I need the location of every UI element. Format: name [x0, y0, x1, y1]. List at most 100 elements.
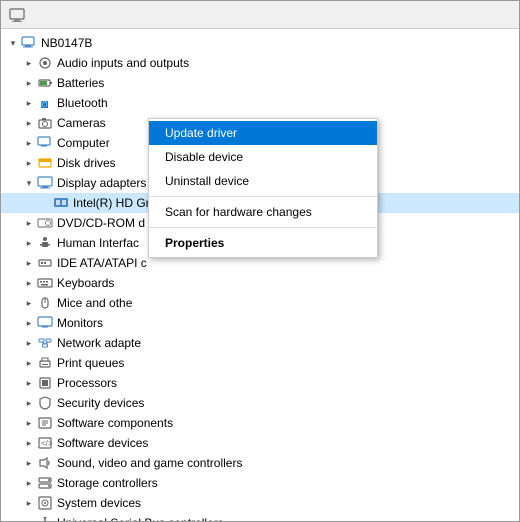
menu-separator-sep2: [149, 227, 377, 228]
processor-icon: [37, 375, 53, 391]
expand-usb[interactable]: [21, 515, 37, 521]
print-icon: [37, 355, 53, 371]
expand-root[interactable]: [5, 35, 21, 51]
tree-label-keyboards: Keyboards: [57, 276, 114, 290]
softwaredev-icon: </>: [37, 435, 53, 451]
audio-icon: [37, 55, 53, 71]
tree-label-mice: Mice and othe: [57, 296, 132, 310]
expand-ide[interactable]: [21, 255, 37, 271]
ide-icon: [37, 255, 53, 271]
tree-item-security[interactable]: Security devices: [1, 393, 519, 413]
tree-item-storage[interactable]: Storage controllers: [1, 473, 519, 493]
monitor-icon: [37, 315, 53, 331]
tree-item-network[interactable]: Network adapte: [1, 333, 519, 353]
tree-label-humaninterface: Human Interfac: [57, 236, 139, 250]
battery-icon: [37, 75, 53, 91]
svg-text:</>: </>: [41, 439, 53, 448]
display-icon: [37, 175, 53, 191]
expand-processors[interactable]: [21, 375, 37, 391]
expand-systemdev[interactable]: [21, 495, 37, 511]
title-bar-icon: [9, 7, 25, 23]
mice-icon: [37, 295, 53, 311]
computer2-icon: [37, 135, 53, 151]
tree-item-bluetooth[interactable]: ◙ Bluetooth: [1, 93, 519, 113]
svg-text:◙: ◙: [41, 97, 48, 111]
expand-storage[interactable]: [21, 475, 37, 491]
tree-item-monitors[interactable]: Monitors: [1, 313, 519, 333]
tree-item-systemdev[interactable]: System devices: [1, 493, 519, 513]
tree-label-processors: Processors: [57, 376, 117, 390]
gpu-icon: [53, 195, 69, 211]
expand-humaninterface[interactable]: [21, 235, 37, 251]
storage-icon: [37, 475, 53, 491]
tree-item-usb[interactable]: Universal Serial Bus controllers: [1, 513, 519, 521]
menu-item-update[interactable]: Update driver: [149, 121, 377, 145]
bluetooth-icon: ◙: [37, 95, 53, 111]
tree-label-diskdrives: Disk drives: [57, 156, 116, 170]
expand-monitors[interactable]: [21, 315, 37, 331]
tree-item-root[interactable]: NB0147B: [1, 33, 519, 53]
tree-item-processors[interactable]: Processors: [1, 373, 519, 393]
tree-label-usb: Universal Serial Bus controllers: [57, 516, 224, 521]
softwarecomp-icon: [37, 415, 53, 431]
disk-icon: [37, 155, 53, 171]
tree-label-softwaredev: Software devices: [57, 436, 148, 450]
expand-batteries[interactable]: [21, 75, 37, 91]
tree-label-displayadapters: Display adapters: [57, 176, 146, 190]
device-manager-window: NB0147B Audio inputs and outputs Batteries…: [0, 0, 520, 522]
expand-audio[interactable]: [21, 55, 37, 71]
expand-sound[interactable]: [21, 455, 37, 471]
title-bar: [1, 1, 519, 29]
expand-network[interactable]: [21, 335, 37, 351]
tree-item-sound[interactable]: Sound, video and game controllers: [1, 453, 519, 473]
network-icon: [37, 335, 53, 351]
menu-separator-sep1: [149, 196, 377, 197]
menu-item-properties[interactable]: Properties: [149, 231, 377, 255]
expand-displayadapters[interactable]: [21, 175, 37, 191]
tree-label-bluetooth: Bluetooth: [57, 96, 108, 110]
tree-label-cameras: Cameras: [57, 116, 106, 130]
usb-icon: [37, 515, 53, 521]
device-tree[interactable]: NB0147B Audio inputs and outputs Batteries…: [1, 29, 519, 521]
tree-label-sound: Sound, video and game controllers: [57, 456, 242, 470]
keyboard-icon: [37, 275, 53, 291]
tree-item-mice[interactable]: Mice and othe: [1, 293, 519, 313]
tree-label-network: Network adapte: [57, 336, 141, 350]
dvd-icon: [37, 215, 53, 231]
tree-label-systemdev: System devices: [57, 496, 141, 510]
expand-print[interactable]: [21, 355, 37, 371]
tree-item-softwaredev[interactable]: </> Software devices: [1, 433, 519, 453]
menu-item-uninstall[interactable]: Uninstall device: [149, 169, 377, 193]
tree-label-security: Security devices: [57, 396, 144, 410]
expand-computer[interactable]: [21, 135, 37, 151]
tree-label-audio: Audio inputs and outputs: [57, 56, 189, 70]
menu-item-disable[interactable]: Disable device: [149, 145, 377, 169]
tree-label-softwarecomp: Software components: [57, 416, 173, 430]
tree-item-batteries[interactable]: Batteries: [1, 73, 519, 93]
expand-dvd[interactable]: [21, 215, 37, 231]
expand-softwaredev[interactable]: [21, 435, 37, 451]
expand-cameras[interactable]: [21, 115, 37, 131]
tree-label-computer: Computer: [57, 136, 110, 150]
expand-mice[interactable]: [21, 295, 37, 311]
system-icon: [37, 495, 53, 511]
security-icon: [37, 395, 53, 411]
tree-label-dvd: DVD/CD-ROM d: [57, 216, 145, 230]
sound-icon: [37, 455, 53, 471]
human-icon: [37, 235, 53, 251]
expand-security[interactable]: [21, 395, 37, 411]
tree-item-softwarecomp[interactable]: Software components: [1, 413, 519, 433]
tree-label-storage: Storage controllers: [57, 476, 158, 490]
tree-label-ide: IDE ATA/ATAPI c: [57, 256, 147, 270]
context-menu: Update driverDisable deviceUninstall dev…: [148, 118, 378, 258]
tree-label-batteries: Batteries: [57, 76, 104, 90]
tree-item-print[interactable]: Print queues: [1, 353, 519, 373]
expand-diskdrives[interactable]: [21, 155, 37, 171]
menu-item-scan[interactable]: Scan for hardware changes: [149, 200, 377, 224]
tree-label-print: Print queues: [57, 356, 124, 370]
expand-bluetooth[interactable]: [21, 95, 37, 111]
tree-item-keyboards[interactable]: Keyboards: [1, 273, 519, 293]
expand-keyboards[interactable]: [21, 275, 37, 291]
expand-softwarecomp[interactable]: [21, 415, 37, 431]
tree-item-audio[interactable]: Audio inputs and outputs: [1, 53, 519, 73]
